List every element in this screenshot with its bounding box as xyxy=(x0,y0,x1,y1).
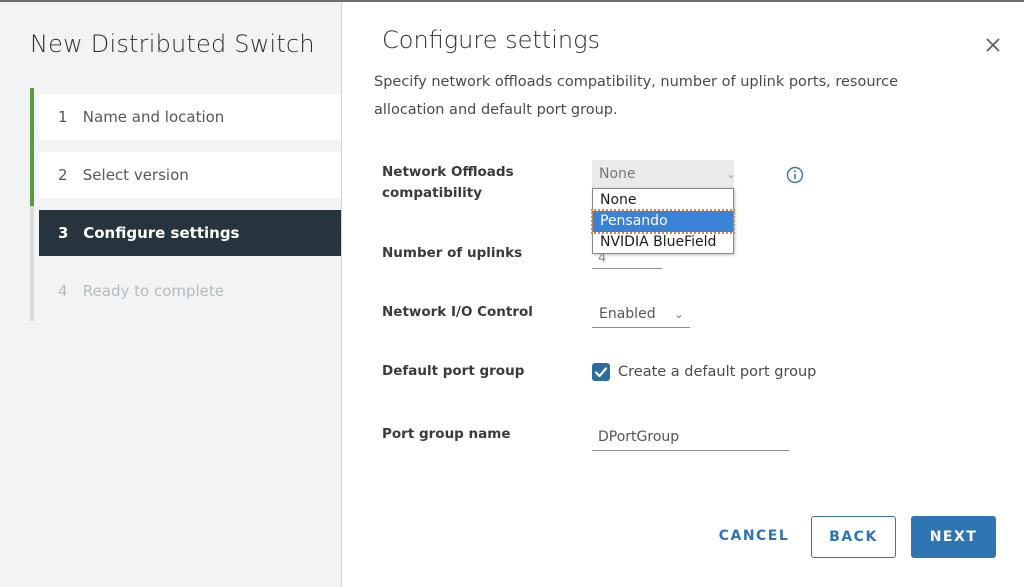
dropdown-option-none[interactable]: None xyxy=(593,190,733,211)
close-icon xyxy=(986,38,1000,52)
page-title: Configure settings xyxy=(382,26,600,54)
nioc-select[interactable]: Enabled ⌄ xyxy=(592,302,690,328)
offloads-select[interactable]: None ⌄ xyxy=(592,160,736,188)
default-port-group-checkbox-label[interactable]: Create a default port group xyxy=(618,361,816,383)
step-name-and-location[interactable]: 1 Name and location xyxy=(39,94,341,140)
wizard-sidebar: New Distributed Switch 1 Name and locati… xyxy=(0,2,342,587)
chevron-down-icon: ⌄ xyxy=(673,307,684,321)
offloads-dropdown-list: None Pensando NVIDIA BlueField xyxy=(591,188,735,254)
label-line: Network Offloads xyxy=(382,164,514,180)
info-icon xyxy=(786,166,804,184)
info-button[interactable] xyxy=(786,166,804,184)
step-label: Configure settings xyxy=(83,224,240,242)
step-number: 3 xyxy=(58,224,69,242)
steps-progress-bar xyxy=(30,88,34,321)
step-number: 1 xyxy=(58,108,68,126)
port-group-name-input[interactable] xyxy=(592,424,789,451)
nioc-label: Network I/O Control xyxy=(382,304,533,320)
step-number: 2 xyxy=(58,166,68,184)
uplinks-label: Number of uplinks xyxy=(382,245,523,261)
uplinks-value: 4 xyxy=(598,251,607,266)
offloads-label: Network Offloads compatibility xyxy=(382,162,514,204)
step-label: Name and location xyxy=(82,108,225,126)
nioc-selected-value: Enabled xyxy=(599,306,656,322)
close-button[interactable] xyxy=(982,34,1004,56)
back-button[interactable]: BACK xyxy=(811,516,896,558)
port-group-name-label: Port group name xyxy=(382,426,511,442)
cancel-button[interactable]: CANCEL xyxy=(706,516,802,558)
next-button[interactable]: NEXT xyxy=(911,516,996,558)
step-label: Select version xyxy=(82,166,189,184)
dropdown-option-nvidia-bluefield[interactable]: NVIDIA BlueField xyxy=(593,232,733,253)
default-port-group-label: Default port group xyxy=(382,363,525,379)
step-number: 4 xyxy=(58,282,68,300)
checkmark-icon xyxy=(594,367,608,378)
label-line: compatibility xyxy=(382,185,482,201)
step-configure-settings[interactable]: 3 Configure settings xyxy=(39,210,341,256)
wizard-title: New Distributed Switch xyxy=(30,30,315,58)
description-line: Specify network offloads compatibility, … xyxy=(374,74,899,90)
offloads-selected-value: None xyxy=(599,166,636,182)
dropdown-option-pensando[interactable]: Pensando xyxy=(591,209,735,234)
step-ready-to-complete: 4 Ready to complete xyxy=(39,268,341,314)
default-port-group-checkbox[interactable] xyxy=(592,363,610,381)
step-select-version[interactable]: 2 Select version xyxy=(39,152,341,198)
uplinks-input-underline xyxy=(592,268,662,269)
chevron-down-icon: ⌄ xyxy=(725,167,736,181)
description-line: allocation and default port group. xyxy=(374,102,618,118)
steps-progress-done xyxy=(30,88,34,206)
step-label: Ready to complete xyxy=(82,282,225,300)
page-description: Specify network offloads compatibility, … xyxy=(374,68,974,124)
